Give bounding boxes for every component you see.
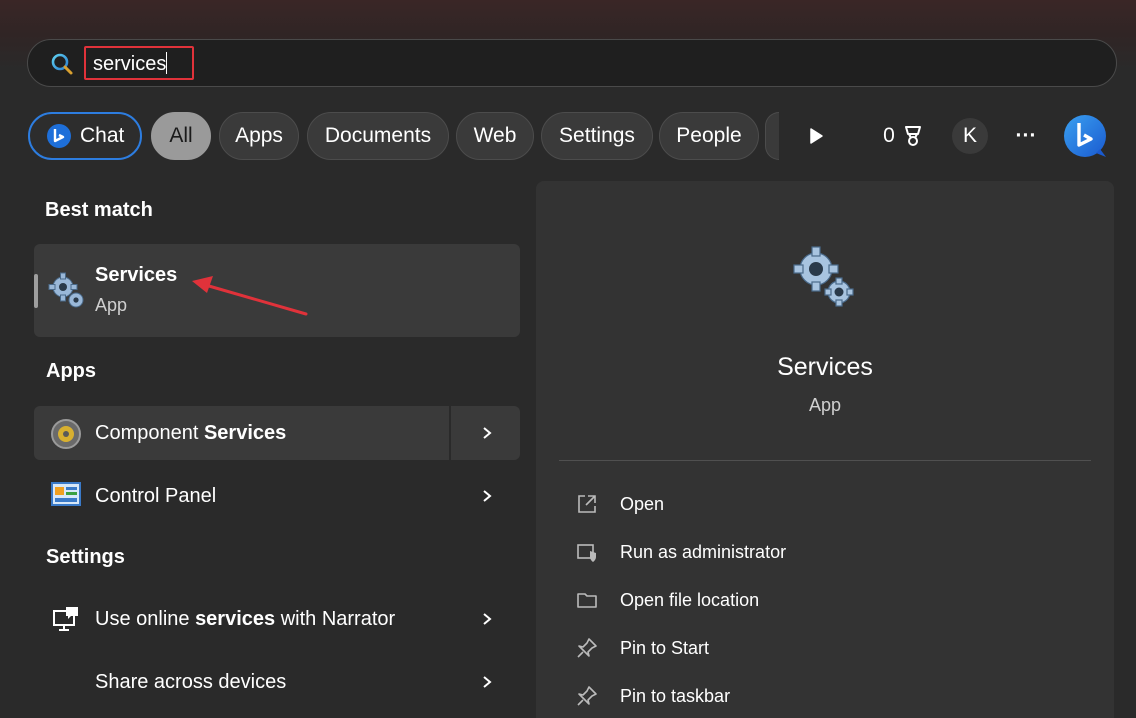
filter-settings-label: Settings (559, 124, 635, 147)
filter-documents-label: Documents (324, 124, 432, 147)
search-input-highlight: services (84, 46, 194, 80)
action-pin-to-start[interactable]: Pin to Start (576, 633, 709, 663)
folder-icon (577, 593, 597, 608)
more-icon: ··· (1015, 124, 1037, 147)
action-label: Open file location (620, 589, 760, 610)
bing-button[interactable] (1062, 113, 1108, 159)
selection-indicator (34, 274, 38, 308)
chevron-right-icon[interactable] (480, 426, 494, 440)
action-open[interactable]: Open (576, 489, 664, 519)
filter-people[interactable]: People (659, 112, 759, 160)
settings-item-share-across-devices[interactable]: Share across devices (34, 655, 520, 709)
narrator-icon (53, 607, 78, 631)
filter-documents[interactable]: Documents (307, 112, 449, 160)
rewards-trophy-icon (904, 126, 921, 146)
detail-panel: Services App Open Run as administrator O… (536, 181, 1114, 718)
chat-chip[interactable]: Chat (28, 112, 142, 160)
detail-title: Services (777, 353, 873, 381)
app-item-component-services[interactable]: Component Services (34, 406, 520, 460)
chevron-right-icon[interactable] (480, 489, 494, 503)
bing-icon (1064, 115, 1106, 157)
admin-shield-icon (577, 544, 596, 562)
settings-header: Settings (46, 546, 125, 568)
search-input[interactable]: services (93, 52, 168, 76)
app-item-label: Control Panel (95, 485, 217, 507)
filter-all[interactable]: All (151, 112, 211, 160)
filter-people-label: People (676, 124, 742, 147)
chevron-right-icon[interactable] (480, 612, 494, 626)
filter-web[interactable]: Web (456, 112, 534, 160)
scroll-filters-button[interactable] (798, 118, 834, 154)
best-match-services[interactable]: Services App (34, 244, 520, 337)
play-icon (810, 128, 823, 144)
action-run-as-admin[interactable]: Run as administrator (576, 537, 786, 567)
action-label: Pin to taskbar (620, 685, 731, 706)
chat-chip-label: Chat (80, 124, 125, 147)
pin-icon (577, 638, 597, 658)
action-label: Pin to Start (620, 637, 710, 658)
filter-settings[interactable]: Settings (541, 112, 653, 160)
app-item-label: Component Services (95, 422, 287, 444)
settings-item-label: Use online services with Narrator (95, 608, 396, 630)
pin-icon (577, 686, 597, 706)
best-match-title: Services (95, 264, 178, 286)
rewards-points-value: 0 (883, 124, 895, 147)
item-divider (449, 406, 451, 460)
services-app-icon (793, 246, 854, 307)
text-caret (166, 52, 168, 74)
settings-item-label: Share across devices (95, 671, 287, 693)
apps-header: Apps (46, 360, 96, 382)
component-services-icon (51, 419, 81, 449)
search-bar[interactable]: services (27, 39, 1117, 87)
control-panel-icon (51, 482, 81, 506)
action-open-file-location[interactable]: Open file location (576, 585, 759, 615)
search-icon (51, 53, 73, 75)
rewards-points[interactable]: 0 (874, 118, 934, 154)
best-match-header: Best match (45, 199, 153, 221)
action-pin-to-taskbar[interactable]: Pin to taskbar (576, 681, 730, 711)
account-initial: K (962, 124, 977, 147)
filter-all-label: All (169, 124, 193, 147)
action-label: Run as administrator (620, 541, 787, 562)
best-match-subtitle: App (95, 295, 128, 315)
filter-web-label: Web (473, 124, 517, 147)
detail-subtitle: App (808, 395, 842, 415)
settings-item-narrator[interactable]: Use online services with Narrator (34, 592, 520, 646)
bing-chat-icon (47, 124, 71, 148)
services-gear-icon (48, 272, 84, 308)
filter-apps-label: Apps (235, 124, 283, 147)
filter-apps[interactable]: Apps (219, 112, 299, 160)
more-options-button[interactable]: ··· (1008, 118, 1044, 154)
app-item-control-panel[interactable]: Control Panel (34, 469, 520, 523)
open-external-icon (578, 495, 596, 513)
detail-divider (559, 460, 1091, 461)
filter-overflow-chip[interactable] (765, 112, 779, 160)
chevron-right-icon[interactable] (480, 675, 494, 689)
account-avatar[interactable]: K (952, 118, 988, 154)
action-label: Open (620, 493, 665, 514)
